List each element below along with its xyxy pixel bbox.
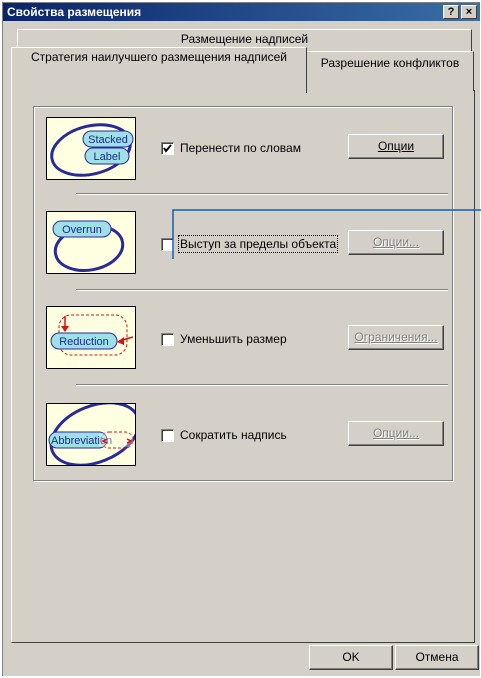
callout-line	[172, 209, 481, 259]
dialog-window: Свойства размещения ? × Размещение надпи…	[2, 2, 481, 676]
